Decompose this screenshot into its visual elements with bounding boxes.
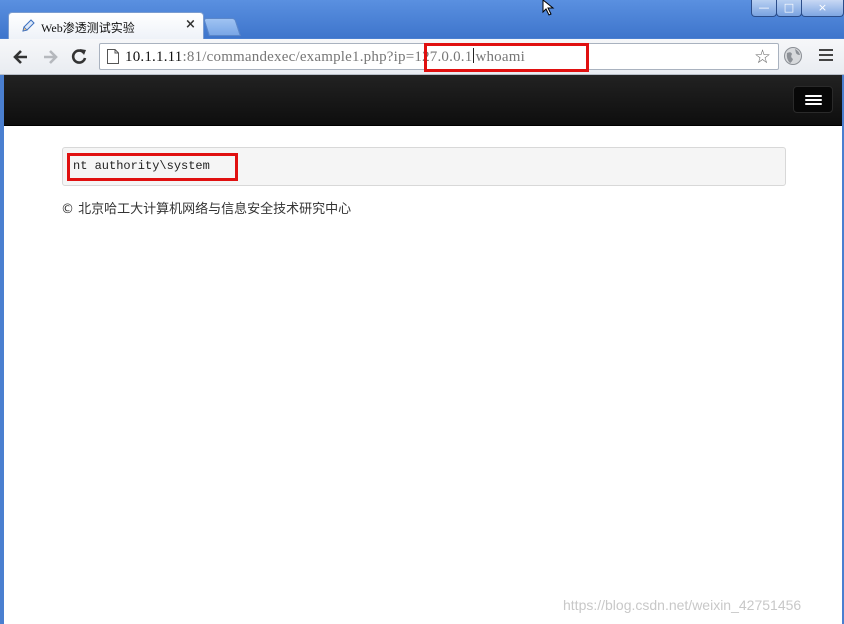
maximize-button[interactable]: □ bbox=[776, 0, 802, 17]
hamburger-icon bbox=[805, 95, 822, 97]
bookmark-star-icon[interactable]: ☆ bbox=[754, 46, 771, 68]
close-icon: × bbox=[817, 1, 828, 14]
browser-window: Web渗透测试实验 × — □ × 10.1.1.11:81/commandex… bbox=[0, 0, 844, 624]
globe-icon[interactable] bbox=[783, 46, 803, 66]
minimize-icon: — bbox=[758, 1, 770, 14]
site-navbar bbox=[4, 75, 842, 126]
new-tab-button[interactable] bbox=[203, 18, 241, 36]
watermark-text: https://blog.csdn.net/weixin_42751456 bbox=[563, 597, 802, 613]
pencil-icon bbox=[22, 19, 35, 32]
copyright-footer: © 北京哈工大计算机网络与信息安全技术研究中心 bbox=[61, 202, 352, 217]
title-bar: Web渗透测试实验 × — □ × bbox=[0, 0, 844, 39]
browser-toolbar: 10.1.1.11:81/commandexec/example1.php?ip… bbox=[0, 39, 844, 75]
output-highlight-annotation bbox=[67, 153, 238, 181]
navbar-toggle-button[interactable] bbox=[793, 86, 833, 113]
close-window-button[interactable]: × bbox=[801, 0, 844, 17]
page-icon bbox=[107, 49, 119, 64]
url-host: 10.1.1.11 bbox=[125, 49, 183, 65]
tab-active[interactable]: Web渗透测试实验 × bbox=[8, 12, 204, 39]
minimize-button[interactable]: — bbox=[751, 0, 777, 17]
back-arrow-icon[interactable] bbox=[11, 47, 31, 67]
url-path: :81/commandexec/example1.php? bbox=[182, 49, 394, 65]
tab-title: Web渗透测试实验 bbox=[41, 21, 135, 35]
forward-arrow-icon[interactable] bbox=[40, 47, 60, 67]
tab-close-icon[interactable]: × bbox=[185, 17, 196, 32]
mouse-cursor-icon bbox=[542, 0, 555, 16]
menu-icon[interactable] bbox=[819, 49, 833, 63]
reload-icon[interactable] bbox=[69, 47, 89, 67]
page-viewport: nt authority\system © 北京哈工大计算机网络与信息安全技术研… bbox=[4, 75, 842, 624]
url-highlight-annotation bbox=[424, 43, 589, 72]
maximize-icon: □ bbox=[783, 1, 795, 14]
